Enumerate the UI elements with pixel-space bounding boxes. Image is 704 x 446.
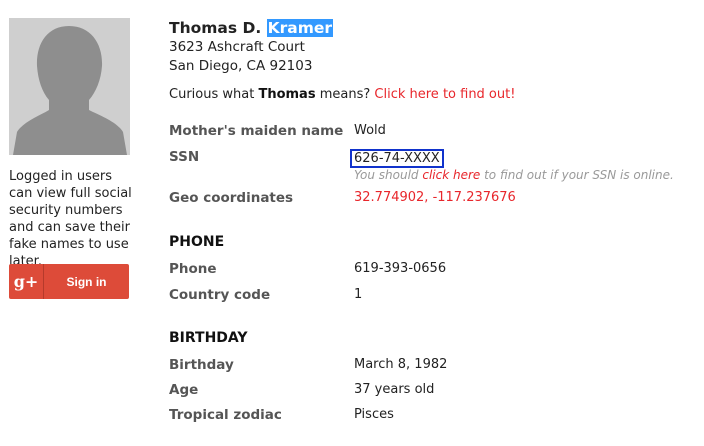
birthday-value: March 8, 1982 [354,357,448,372]
maiden-name-row: Mother's maiden name Wold [169,123,689,143]
ssn-note: You should click here to find out if you… [354,168,674,182]
name-meaning-line: Curious what Thomas means? Click here to… [169,87,516,102]
maiden-name-label: Mother's maiden name [169,123,344,139]
zodiac-label: Tropical zodiac [169,407,282,423]
geo-value[interactable]: 32.774902, -117.237676 [354,190,516,205]
ssn-value[interactable]: 626-74-XXXX [350,149,444,168]
profile-content: Thomas D. Kramer 3623 Ashcraft Court San… [169,18,689,423]
last-name-selected[interactable]: Kramer [266,19,334,37]
ssn-note-row: You should click here to find out if you… [169,168,689,188]
age-row: Age 37 years old [169,382,689,402]
address-line-1: 3623 Ashcraft Court [169,39,305,55]
birthday-row: Birthday March 8, 1982 [169,357,689,377]
country-code-value: 1 [354,287,363,302]
first-name: Thomas D. [169,19,262,37]
zodiac-value: Pisces [354,407,394,422]
phone-row: Phone 619-393-0656 [169,261,689,281]
country-code-label: Country code [169,287,271,303]
google-plus-signin-button[interactable]: g+ Sign in [9,264,129,299]
google-plus-icon: g+ [9,264,44,299]
country-code-row: Country code 1 [169,287,689,307]
curious-name: Thomas [258,87,316,102]
phone-heading: PHONE [169,234,225,250]
login-note: Logged in users can view full social sec… [9,169,132,269]
phone-value: 619-393-0656 [354,261,447,276]
age-label: Age [169,382,199,398]
age-value: 37 years old [354,382,435,397]
phone-label: Phone [169,261,217,277]
person-silhouette-icon [9,18,130,155]
name-meaning-link[interactable]: Click here to find out! [374,87,515,102]
geo-label: Geo coordinates [169,190,294,206]
zodiac-row: Tropical zodiac Pisces [169,407,689,427]
geo-row: Geo coordinates 32.774902, -117.237676 [169,190,689,210]
avatar [9,18,130,155]
full-name: Thomas D. Kramer [169,18,689,38]
address-line-2: San Diego, CA 92103 [169,58,313,74]
birthday-label: Birthday [169,357,234,373]
birthday-heading: BIRTHDAY [169,330,248,346]
ssn-check-link[interactable]: click here [422,168,480,182]
ssn-label: SSN [169,149,200,165]
ssn-row: SSN 626-74-XXXX [169,149,689,169]
maiden-name-value: Wold [354,123,386,138]
signin-label: Sign in [66,274,107,289]
